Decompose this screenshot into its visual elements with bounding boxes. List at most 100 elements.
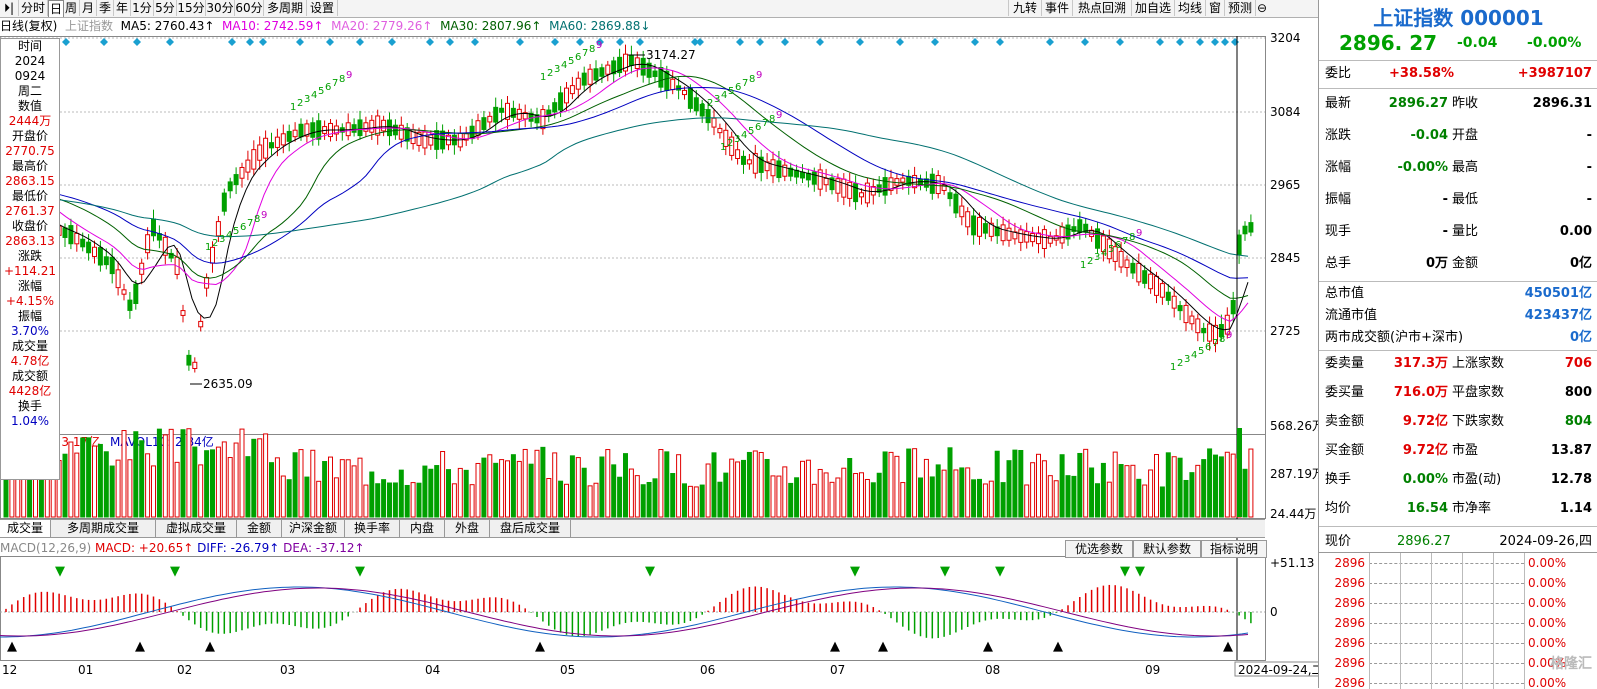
buy-arrow-icon: ▲ xyxy=(205,639,215,654)
quote-row: 总手 0万 金额 0亿 xyxy=(1325,256,1592,271)
signal-diamond-icon xyxy=(100,38,108,46)
signal-diamond-icon xyxy=(166,38,174,46)
subtab[interactable]: 换手率 xyxy=(345,520,400,537)
optimal-params-button[interactable]: 优选参数 xyxy=(1065,540,1133,558)
subtab[interactable]: 多周期成交量 xyxy=(51,520,156,537)
subtab[interactable]: 盘后成交量 xyxy=(490,520,571,537)
sell-arrow-icon: ▼ xyxy=(1135,564,1145,579)
tooltip-item: 4428亿 xyxy=(8,384,52,398)
signal-diamond-icon xyxy=(736,38,744,46)
quote-row: 委卖量 317.3万 上涨家数 706 xyxy=(1325,356,1592,371)
sell-arrow-icon: ▼ xyxy=(940,564,950,579)
quote-row: 卖金额 9.72亿 下跌家数 804 xyxy=(1325,414,1592,429)
td-count-label: 9 xyxy=(776,110,782,121)
price-change-pct: -0.00% xyxy=(1527,35,1582,51)
ma30-line xyxy=(0,86,1249,279)
dea-value: DEA: -37.12↑ xyxy=(283,541,365,555)
td-count-label: 6 xyxy=(735,82,741,93)
signal-diamond-icon xyxy=(1211,38,1219,46)
tick-price-label: 2896 xyxy=(1334,616,1365,630)
td-count-label: 5 xyxy=(318,86,324,97)
tick-price-label: 2896 xyxy=(1334,636,1365,650)
price-axis-label: 3204 xyxy=(1270,31,1301,45)
quote-row: 振幅 - 最低 - xyxy=(1325,192,1592,207)
signal-diamond-icon xyxy=(326,38,334,46)
signal-diamond-icon xyxy=(551,38,559,46)
tooltip-item: +114.21 xyxy=(3,264,57,278)
subtab[interactable]: 成交量 xyxy=(0,520,51,537)
sell-arrow-icon: ▼ xyxy=(55,564,65,579)
td-count-label: 3 xyxy=(1094,252,1100,263)
td-count-label: 5 xyxy=(1198,346,1204,357)
tooltip-item: 3.70% xyxy=(10,324,50,338)
td-count-label: 5 xyxy=(748,126,754,137)
kline-chart[interactable]: 320430842965284527253174.272635.091 2 3 4 5 6… xyxy=(0,0,1318,688)
signal-diamond-icon xyxy=(446,38,454,46)
td-count-label: 8 xyxy=(1219,334,1225,345)
subtab[interactable]: 内盘 xyxy=(400,520,445,537)
signal-diamond-icon xyxy=(356,38,364,46)
td-count-label: 2 xyxy=(727,138,733,149)
signal-diamond-icon xyxy=(1231,38,1239,46)
subtab[interactable]: 外盘 xyxy=(445,520,490,537)
td-count-label: 7 xyxy=(1122,236,1128,247)
diff-value: DIFF: -26.79↑ xyxy=(197,541,280,555)
tooltip-item: 2863.13 xyxy=(5,234,55,248)
td-count-label: 1 xyxy=(700,102,706,113)
signal-diamond-icon xyxy=(931,38,939,46)
tick-price-label: 2896 xyxy=(1334,596,1365,610)
tooltip-item: 涨跌 xyxy=(17,249,42,263)
td-count-label: 8 xyxy=(254,214,260,225)
signal-diamond-icon xyxy=(1196,38,1204,46)
td-count-label: 5 xyxy=(568,56,574,67)
tick-grid: 289628962896289628962896289628960.00%0.0… xyxy=(1319,552,1597,689)
td-count-label: 6 xyxy=(575,52,581,63)
tooltip-item: 1.04% xyxy=(10,414,50,428)
td-count-label: 2 xyxy=(547,68,553,79)
tick-pct-label: 0.00% xyxy=(1528,556,1567,570)
default-params-button[interactable]: 默认参数 xyxy=(1133,540,1201,558)
tick-pct-label: 0.00% xyxy=(1528,616,1567,630)
tooltip-item: 收盘价 xyxy=(11,219,48,233)
td-count-label: 4 xyxy=(226,230,232,241)
buy-arrow-icon: ▲ xyxy=(1053,639,1063,654)
buy-arrow-icon: ▲ xyxy=(878,639,888,654)
td-count-label: 4 xyxy=(561,60,567,71)
td-count-label: 5 xyxy=(1108,244,1114,255)
x-axis-label: 12 xyxy=(2,663,17,677)
weibi-row: 委比 +38.58% +3987107 xyxy=(1325,66,1592,81)
signal-diamond-icon xyxy=(1116,38,1124,46)
watermark-logo: 格隆汇 xyxy=(1550,656,1592,672)
signal-diamond-icon xyxy=(228,38,236,46)
td-count-label: 5 xyxy=(233,226,239,237)
subtab[interactable]: 虚拟成交量 xyxy=(156,520,237,537)
signal-diamond-icon xyxy=(1081,38,1089,46)
tick-price-label: 2896 xyxy=(1334,656,1365,670)
x-axis-label: 04 xyxy=(425,663,440,677)
td-count-label: 6 xyxy=(240,222,246,233)
indicator-help-button[interactable]: 指标说明 xyxy=(1201,540,1267,558)
signal-diamond-icon xyxy=(1046,38,1054,46)
td-count-label: 9 xyxy=(346,70,352,81)
td-count-label: 9 xyxy=(1226,330,1232,341)
tick-pct-label: 0.00% xyxy=(1528,676,1567,689)
macd-name: MACD(12,26,9) xyxy=(0,541,92,555)
td-count-label: 7 xyxy=(1212,338,1218,349)
x-axis-label: 09 xyxy=(1145,663,1160,677)
candlesticks xyxy=(3,44,1254,373)
x-axis-label: 02 xyxy=(177,663,192,677)
price-change: -0.04 xyxy=(1457,35,1498,51)
td-count-label: 7 xyxy=(582,48,588,59)
vol-axis-label: 568.26万 xyxy=(1270,419,1318,433)
buy-arrow-icon: ▲ xyxy=(1223,639,1233,654)
high-annotation: 3174.27 xyxy=(646,48,696,62)
signal-diamond-icon xyxy=(576,38,584,46)
td-count-label: 7 xyxy=(332,78,338,89)
td-count-label: 7 xyxy=(247,218,253,229)
tooltip-item: 振幅 xyxy=(17,309,42,323)
tick-pct-label: 0.00% xyxy=(1528,636,1567,650)
td-count-label: 2 xyxy=(212,238,218,249)
subtab[interactable]: 金额 xyxy=(237,520,282,537)
buy-arrow-icon: ▲ xyxy=(135,639,145,654)
subtab[interactable]: 沪深金额 xyxy=(282,520,345,537)
